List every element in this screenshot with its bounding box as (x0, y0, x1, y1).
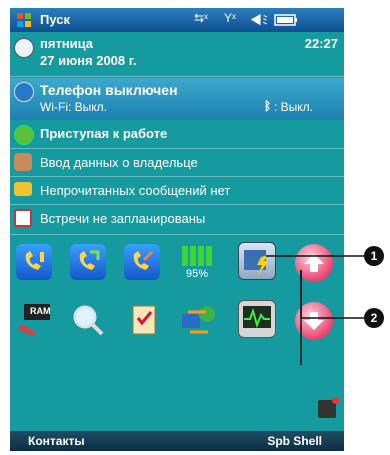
callout-1: 1 (364, 246, 384, 266)
callout-lines (266, 255, 364, 365)
callout-2: 2 (364, 308, 384, 328)
